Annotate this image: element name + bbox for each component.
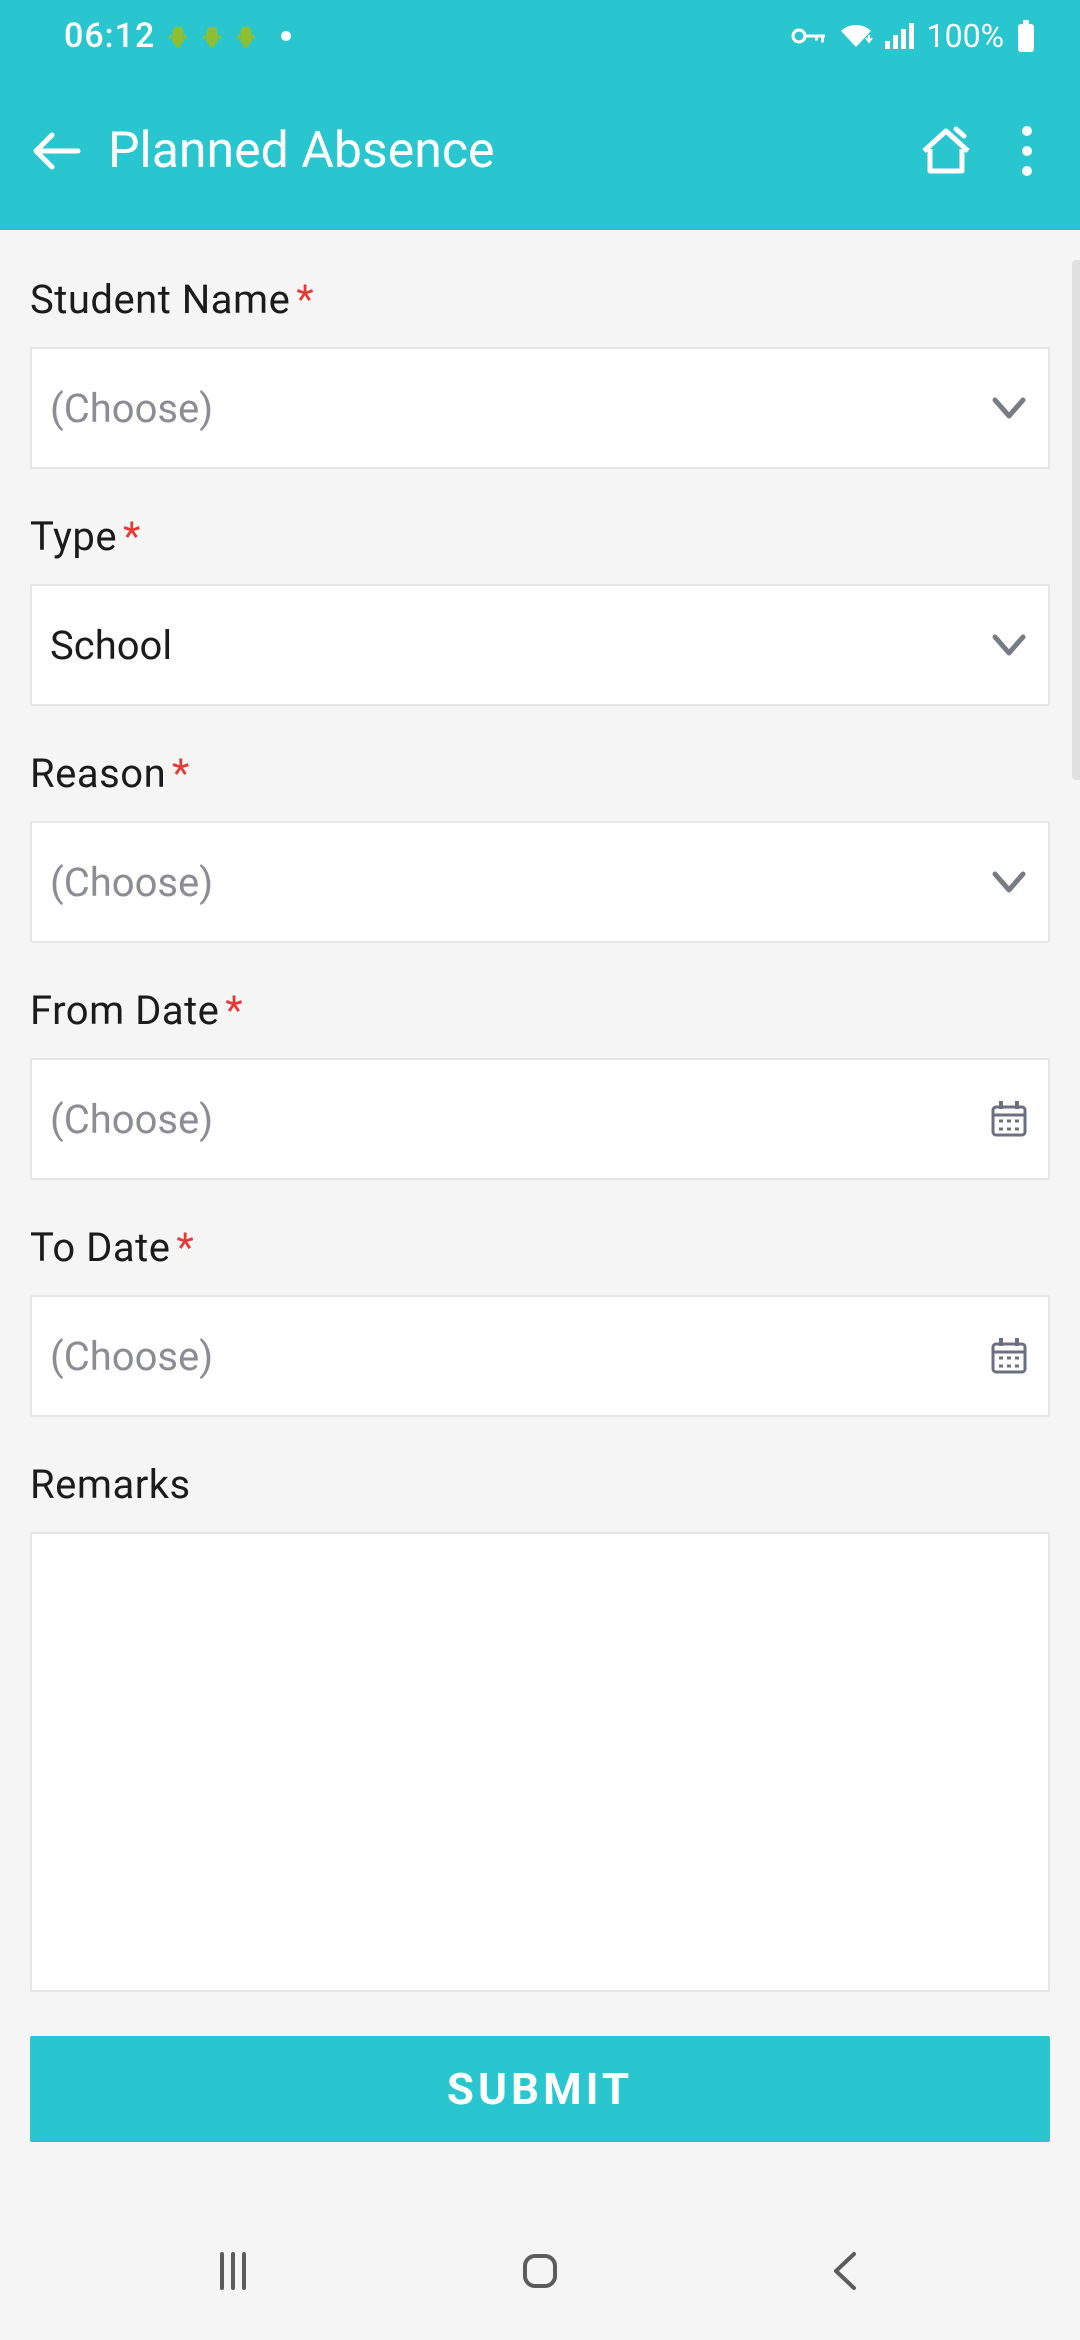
home-button[interactable] (914, 119, 978, 183)
label-from-date: From Date* (30, 987, 1050, 1034)
select-value: (Choose) (50, 859, 988, 906)
battery-icon (1016, 20, 1036, 52)
page-title: Planned Absence (108, 122, 890, 180)
chevron-down-icon (988, 387, 1030, 429)
field-remarks: Remarks (30, 1461, 1050, 1992)
back-button[interactable] (28, 123, 84, 179)
date-value: (Choose) (50, 1096, 988, 1143)
label-text: Type (30, 513, 117, 560)
more-menu-button[interactable] (1002, 119, 1052, 183)
field-from-date: From Date* (Choose) (30, 987, 1050, 1180)
required-asterisk: * (172, 750, 190, 797)
form-scroll[interactable]: Student Name* (Choose) Type* School Reas… (0, 230, 1080, 2202)
recents-button[interactable] (208, 2246, 258, 2296)
submit-label: SUBMIT (447, 2063, 633, 2115)
required-asterisk: * (123, 513, 141, 560)
label-text: To Date (30, 1224, 170, 1271)
required-asterisk: * (176, 1224, 194, 1271)
select-value: (Choose) (50, 385, 988, 432)
arrow-left-icon (30, 125, 82, 177)
select-type[interactable]: School (30, 584, 1050, 706)
status-bar: 06:12 100% (0, 0, 1080, 72)
label-student-name: Student Name* (30, 276, 1050, 323)
vpn-key-icon (791, 26, 827, 46)
status-right: 100% (791, 17, 1036, 55)
datepicker-from-date[interactable]: (Choose) (30, 1058, 1050, 1180)
home-icon (916, 121, 976, 181)
label-text: Reason (30, 750, 166, 797)
status-time: 06:12 (64, 16, 155, 56)
label-to-date: To Date* (30, 1224, 1050, 1271)
select-value: School (50, 622, 988, 669)
field-student-name: Student Name* (Choose) (30, 276, 1050, 469)
home-nav-icon (515, 2246, 565, 2296)
dot-icon (1022, 146, 1032, 156)
textarea-remarks[interactable] (30, 1532, 1050, 1992)
label-type: Type* (30, 513, 1050, 560)
label-text: Remarks (30, 1461, 191, 1508)
datepicker-to-date[interactable]: (Choose) (30, 1295, 1050, 1417)
field-type: Type* School (30, 513, 1050, 706)
select-reason[interactable]: (Choose) (30, 821, 1050, 943)
android-notif-icon (201, 23, 223, 49)
dot-icon (1022, 126, 1032, 136)
label-text: From Date (30, 987, 219, 1034)
back-nav-button[interactable] (822, 2246, 872, 2296)
signal-icon (885, 23, 915, 49)
required-asterisk: * (225, 987, 243, 1034)
label-reason: Reason* (30, 750, 1050, 797)
select-student-name[interactable]: (Choose) (30, 347, 1050, 469)
battery-text: 100% (927, 17, 1004, 55)
android-notif-icon (167, 23, 189, 49)
date-value: (Choose) (50, 1333, 988, 1380)
app-bar: Planned Absence (0, 72, 1080, 230)
recents-icon (208, 2246, 258, 2296)
field-reason: Reason* (Choose) (30, 750, 1050, 943)
home-nav-button[interactable] (515, 2246, 565, 2296)
submit-button[interactable]: SUBMIT (30, 2036, 1050, 2142)
calendar-icon (988, 1335, 1030, 1377)
field-to-date: To Date* (Choose) (30, 1224, 1050, 1417)
chevron-down-icon (988, 624, 1030, 666)
label-text: Student Name (30, 276, 290, 323)
form: Student Name* (Choose) Type* School Reas… (0, 230, 1080, 2142)
android-nav-bar (0, 2202, 1080, 2340)
chevron-down-icon (988, 861, 1030, 903)
chevron-left-icon (822, 2246, 872, 2296)
calendar-icon (988, 1098, 1030, 1140)
more-notifs-icon (281, 31, 291, 41)
wifi-icon (839, 23, 873, 49)
required-asterisk: * (296, 276, 314, 323)
dot-icon (1022, 166, 1032, 176)
label-remarks: Remarks (30, 1461, 1050, 1508)
status-left: 06:12 (64, 16, 291, 56)
android-notif-icon (235, 23, 257, 49)
